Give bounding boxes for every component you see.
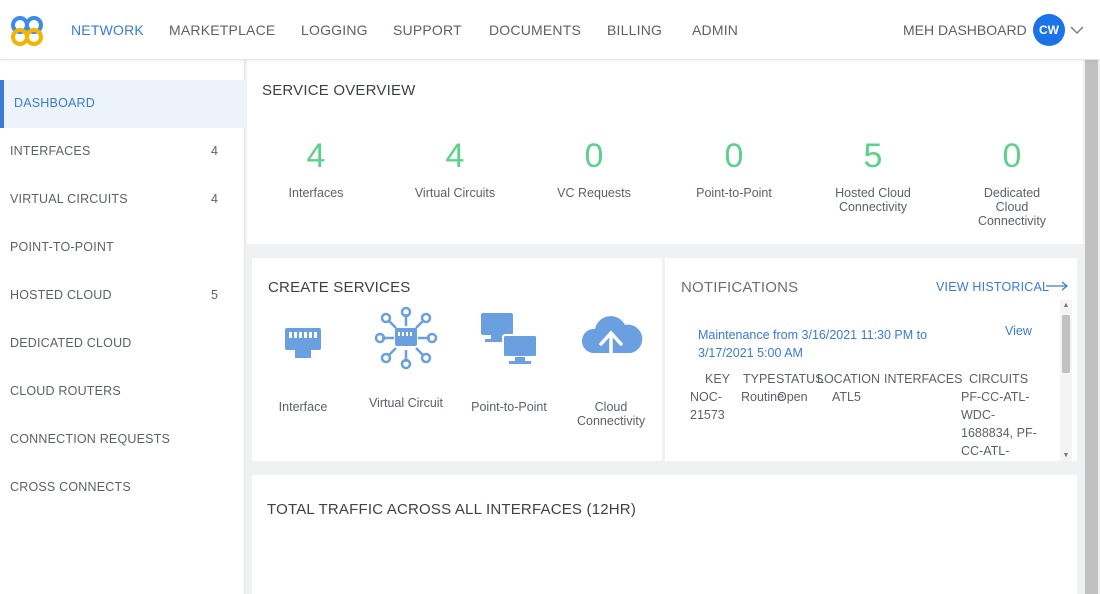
stat-value: 0 bbox=[584, 137, 604, 175]
stat-label: Hosted Cloud Connectivity bbox=[835, 186, 911, 214]
stat-vc-requests[interactable]: 0 VC Requests bbox=[529, 136, 659, 200]
nav-billing[interactable]: BILLING bbox=[607, 22, 662, 38]
stat-value: 0 bbox=[724, 137, 744, 175]
scroll-up-icon[interactable]: ▲ bbox=[1062, 302, 1070, 310]
service-overview-card: SERVICE OVERVIEW 4 Interfaces 4 Virtual … bbox=[247, 60, 1083, 244]
top-nav: NETWORK MARKETPLACE LOGGING SUPPORT DOCU… bbox=[0, 0, 1100, 60]
sidebar-item-label: CROSS CONNECTS bbox=[10, 480, 131, 494]
stat-point-to-point[interactable]: 0 Point-to-Point bbox=[669, 136, 799, 200]
stat-value: 4 bbox=[445, 137, 465, 175]
notifications-scroll-thumb[interactable] bbox=[1062, 315, 1070, 373]
sidebar-item-virtual-circuits[interactable]: VIRTUAL CIRCUITS 4 bbox=[0, 176, 245, 224]
total-traffic-title: TOTAL TRAFFIC ACROSS ALL INTERFACES (12H… bbox=[267, 501, 637, 518]
sidebar-item-count: 4 bbox=[211, 192, 218, 206]
nav-logging[interactable]: LOGGING bbox=[301, 22, 368, 38]
notification-header-circuits: CIRCUITS bbox=[969, 372, 1029, 386]
sidebar-item-label: VIRTUAL CIRCUITS bbox=[10, 192, 128, 206]
avatar[interactable]: CW bbox=[1033, 14, 1065, 46]
notification-header-interfaces: INTERFACES bbox=[884, 372, 963, 386]
nav-marketplace[interactable]: MARKETPLACE bbox=[169, 22, 275, 38]
stat-label: VC Requests bbox=[557, 186, 631, 200]
virtual-circuit-icon bbox=[374, 306, 438, 370]
stat-interfaces[interactable]: 4 Interfaces bbox=[251, 136, 381, 200]
nav-network[interactable]: NETWORK bbox=[71, 22, 144, 38]
sidebar-item-label: POINT-TO-POINT bbox=[10, 240, 114, 254]
stat-label: Dedicated Cloud Connectivity bbox=[977, 186, 1047, 228]
sidebar-item-dedicated-cloud[interactable]: DEDICATED CLOUD bbox=[0, 320, 245, 368]
stat-value: 4 bbox=[306, 137, 326, 175]
notification-header-location: LOCATION bbox=[817, 372, 880, 386]
notification-circuits: PF-CC-ATL-WDC-1688834, PF-CC-ATL- bbox=[961, 390, 1037, 458]
stat-value: 0 bbox=[1002, 137, 1022, 175]
create-cloud-connectivity-button[interactable]: Cloud Connectivity bbox=[561, 310, 661, 428]
stat-virtual-circuits[interactable]: 4 Virtual Circuits bbox=[390, 136, 520, 200]
nav-support[interactable]: SUPPORT bbox=[393, 22, 462, 38]
sidebar-item-label: CONNECTION REQUESTS bbox=[10, 432, 171, 446]
service-overview-title: SERVICE OVERVIEW bbox=[262, 82, 416, 99]
total-traffic-card: TOTAL TRAFFIC ACROSS ALL INTERFACES (12H… bbox=[252, 475, 1077, 594]
sidebar-item-label: CLOUD ROUTERS bbox=[10, 384, 121, 398]
create-services-title: CREATE SERVICES bbox=[268, 279, 411, 296]
notification-location: ATL5 bbox=[832, 390, 861, 404]
point-to-point-icon bbox=[481, 313, 538, 364]
service-label: Virtual Circuit bbox=[368, 396, 444, 410]
stat-value: 5 bbox=[863, 137, 883, 175]
notification-header-key: KEY bbox=[705, 372, 731, 386]
arrow-right-icon[interactable] bbox=[1045, 280, 1069, 292]
ethernet-port-icon bbox=[285, 328, 321, 358]
sidebar-item-label: INTERFACES bbox=[10, 144, 91, 158]
service-label: Interface bbox=[278, 400, 328, 414]
view-historical-link[interactable]: VIEW HISTORICAL bbox=[936, 280, 1049, 294]
notification-title[interactable]: Maintenance from 3/16/2021 11:30 PM to 3… bbox=[698, 326, 958, 362]
create-point-to-point-button[interactable]: Point-to-Point bbox=[459, 310, 559, 414]
sidebar-item-label: DASHBOARD bbox=[14, 96, 95, 110]
create-interface-button[interactable]: Interface bbox=[253, 310, 353, 414]
notifications-scrollbar[interactable]: ▲ ▼ bbox=[1060, 300, 1072, 461]
scroll-down-icon[interactable]: ▼ bbox=[1062, 452, 1070, 460]
stat-label: Point-to-Point bbox=[696, 186, 772, 200]
service-label: Point-to-Point bbox=[471, 400, 547, 414]
notification-key: NOC-21573 bbox=[690, 390, 725, 422]
page-scroll-thumb[interactable] bbox=[1085, 60, 1098, 594]
sidebar-item-hosted-cloud[interactable]: HOSTED CLOUD 5 bbox=[0, 272, 245, 320]
brand-logo-icon[interactable] bbox=[10, 14, 44, 48]
service-label: Cloud Connectivity bbox=[577, 400, 646, 428]
notification-header-type: TYPE bbox=[743, 372, 776, 386]
nav-admin[interactable]: ADMIN bbox=[692, 22, 738, 38]
create-services-card: CREATE SERVICES Interface Virtual Circui bbox=[252, 258, 662, 461]
stat-label: Interfaces bbox=[288, 186, 344, 200]
sidebar-item-label: HOSTED CLOUD bbox=[10, 288, 112, 302]
sidebar-item-dashboard[interactable]: DASHBOARD bbox=[0, 80, 245, 128]
sidebar-item-label: DEDICATED CLOUD bbox=[10, 336, 132, 350]
notifications-title: NOTIFICATIONS bbox=[681, 279, 799, 296]
sidebar-item-cloud-routers[interactable]: CLOUD ROUTERS bbox=[0, 368, 245, 416]
sidebar: DASHBOARD INTERFACES 4 VIRTUAL CIRCUITS … bbox=[0, 60, 245, 594]
stat-label: Virtual Circuits bbox=[414, 186, 496, 200]
page-scrollbar[interactable] bbox=[1083, 60, 1100, 594]
notification-view-link[interactable]: View bbox=[1005, 324, 1032, 338]
sidebar-item-count: 4 bbox=[211, 144, 218, 158]
sidebar-item-cross-connects[interactable]: CROSS CONNECTS bbox=[0, 464, 245, 512]
chevron-down-icon[interactable] bbox=[1069, 24, 1085, 36]
notification-status: Open bbox=[777, 390, 808, 404]
sidebar-item-interfaces[interactable]: INTERFACES 4 bbox=[0, 128, 245, 176]
nav-documents[interactable]: DOCUMENTS bbox=[489, 22, 581, 38]
stat-dedicated-cloud[interactable]: 0 Dedicated Cloud Connectivity bbox=[947, 136, 1077, 228]
notifications-card: NOTIFICATIONS VIEW HISTORICAL Maintenanc… bbox=[665, 258, 1077, 461]
sidebar-item-connection-requests[interactable]: CONNECTION REQUESTS bbox=[0, 416, 245, 464]
stat-hosted-cloud[interactable]: 5 Hosted Cloud Connectivity bbox=[808, 136, 938, 214]
dashboard-selector[interactable]: MEH DASHBOARD bbox=[903, 22, 1027, 38]
sidebar-item-point-to-point[interactable]: POINT-TO-POINT bbox=[0, 224, 245, 272]
sidebar-item-count: 5 bbox=[211, 288, 218, 302]
create-virtual-circuit-button[interactable]: Virtual Circuit bbox=[356, 306, 456, 410]
cloud-upload-icon bbox=[581, 316, 643, 365]
